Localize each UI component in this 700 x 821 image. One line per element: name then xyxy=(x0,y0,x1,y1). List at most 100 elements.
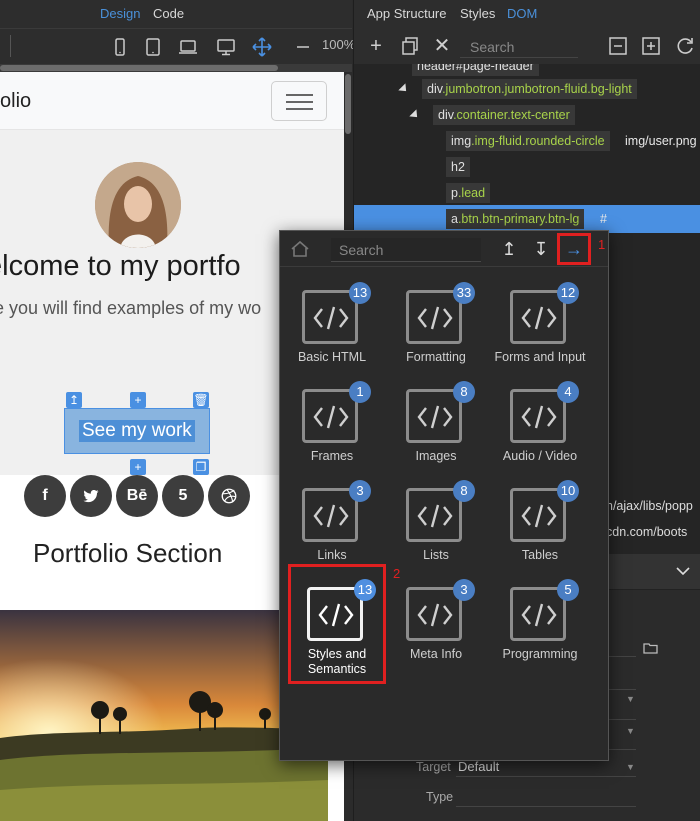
library-search-input[interactable]: Search xyxy=(331,238,481,262)
laptop-icon[interactable] xyxy=(178,37,198,57)
tab-design[interactable]: Design xyxy=(100,6,140,21)
target-select[interactable]: Default xyxy=(458,759,499,774)
tree-node-img[interactable]: img.img-fluid.rounded-circle xyxy=(446,131,610,151)
count-badge: 1 xyxy=(349,381,371,403)
category-label: Forms and Input xyxy=(494,350,586,364)
expand-arrow-icon[interactable] xyxy=(409,109,421,121)
delete-icon[interactable]: 🗑 xyxy=(193,392,209,408)
category-label: Lists xyxy=(423,548,449,562)
insert-before-icon[interactable]: ↥ xyxy=(497,237,521,261)
img-src-attr: img/user.png xyxy=(625,134,697,148)
tree-node-header[interactable]: header#page-header xyxy=(412,64,539,76)
node-classes: .jumbotron.jumbotron-fluid.bg-light xyxy=(442,82,632,96)
horizontal-scrollbar[interactable] xyxy=(0,64,352,72)
phone-icon[interactable] xyxy=(110,37,130,57)
divider xyxy=(10,35,11,57)
copy-icon[interactable] xyxy=(400,36,420,56)
navbar-toggler[interactable] xyxy=(271,81,327,121)
site-navbar: olio xyxy=(0,72,344,130)
facebook-icon[interactable]: f xyxy=(24,475,66,517)
html5-icon[interactable]: 5 xyxy=(162,475,204,517)
category-programming[interactable]: 5 Programming xyxy=(488,579,592,675)
category-images[interactable]: 8 Images xyxy=(384,381,488,477)
move-up-icon[interactable]: ↥ xyxy=(66,392,82,408)
caret-down-icon[interactable]: ▼ xyxy=(626,694,635,704)
app-window: { "left_tabs": { "design": "Design", "co… xyxy=(0,0,700,821)
category-label: Formatting xyxy=(406,350,466,364)
behance-icon[interactable]: Bē xyxy=(116,475,158,517)
annotation-marker: 1 xyxy=(598,237,606,252)
category-lists[interactable]: 8 Lists xyxy=(384,480,488,576)
tablet-icon[interactable] xyxy=(143,37,163,57)
element-library-popup: Search ↥ ↧ → 1 2 13 Basic HTML 33 Format… xyxy=(279,230,609,761)
caret-down-icon[interactable]: ▼ xyxy=(626,726,635,736)
dom-search-input[interactable]: Search xyxy=(460,36,578,58)
type-label: Type xyxy=(426,790,454,804)
twitter-icon[interactable] xyxy=(70,475,112,517)
page-heading: elcome to my portfo xyxy=(0,250,241,282)
zoom-level[interactable]: 100% xyxy=(322,37,355,52)
category-links[interactable]: 3 Links xyxy=(280,480,384,576)
tab-styles[interactable]: Styles xyxy=(460,6,495,21)
category-label: Images xyxy=(415,449,457,463)
category-audio-video[interactable]: 4 Audio / Video xyxy=(488,381,592,477)
category-label: Links xyxy=(317,548,347,562)
tree-node-jumbotron[interactable]: div.jumbotron.jumbotron-fluid.bg-light xyxy=(422,79,637,99)
add-icon[interactable]: + xyxy=(366,36,386,56)
insert-after-icon[interactable]: ↧ xyxy=(529,237,553,261)
category-meta-info[interactable]: 3 Meta Info xyxy=(384,579,488,675)
target-label: Target xyxy=(416,760,451,774)
node-classes: .img-fluid.rounded-circle xyxy=(471,134,605,148)
category-tables[interactable]: 10 Tables xyxy=(488,480,592,576)
duplicate-icon[interactable]: ❐ xyxy=(193,459,209,475)
home-icon[interactable] xyxy=(289,238,311,260)
a-href-attr: # xyxy=(600,212,607,226)
expand-icon[interactable] xyxy=(641,36,661,56)
insert-inside-icon[interactable]: → xyxy=(557,233,591,265)
move-arrows-icon[interactable] xyxy=(252,37,272,57)
script-src-text: cdn.com/boots xyxy=(606,525,688,539)
desktop-icon[interactable] xyxy=(216,37,236,57)
category-label: Tables xyxy=(521,548,559,562)
expand-arrow-icon[interactable] xyxy=(398,83,410,95)
count-badge: 13 xyxy=(349,282,371,304)
tree-node-container[interactable]: div.container.text-center xyxy=(433,105,575,125)
collapse-icon[interactable] xyxy=(608,36,628,56)
caret-down-icon[interactable]: ▼ xyxy=(626,762,635,772)
close-icon[interactable]: ✕ xyxy=(432,36,452,56)
folder-open-icon[interactable] xyxy=(643,642,659,654)
category-styles-and-semantics[interactable]: 13 Styles and Semantics xyxy=(285,579,389,676)
tab-dom[interactable]: DOM xyxy=(507,6,537,21)
node-tag: img xyxy=(451,134,472,148)
count-badge: 4 xyxy=(557,381,579,403)
category-basic-html[interactable]: 13 Basic HTML xyxy=(280,282,384,378)
count-badge: 3 xyxy=(453,579,475,601)
lead-text: re you will find examples of my wo xyxy=(0,298,262,318)
count-badge: 3 xyxy=(349,480,371,502)
tree-node-a[interactable]: a.btn.btn-primary.btn-lg xyxy=(446,209,585,229)
category-label: Meta Info xyxy=(409,647,463,661)
refresh-icon[interactable] xyxy=(675,36,695,56)
add-above-icon[interactable]: + xyxy=(130,392,146,408)
see-my-work-button[interactable]: See my work xyxy=(64,408,210,454)
category-label: Audio / Video xyxy=(502,449,578,463)
dribbble-icon[interactable] xyxy=(208,475,250,517)
category-formatting[interactable]: 33 Formatting xyxy=(384,282,488,378)
tree-node-p[interactable]: p.lead xyxy=(446,183,491,203)
category-forms-and-input[interactable]: 12 Forms and Input xyxy=(488,282,592,378)
scrollbar-thumb[interactable] xyxy=(0,65,278,71)
category-frames[interactable]: 1 Frames xyxy=(280,381,384,477)
add-below-icon[interactable]: + xyxy=(130,459,146,475)
category-label: Styles and Semantics xyxy=(307,647,367,676)
type-input[interactable] xyxy=(456,806,636,807)
navbar-brand[interactable]: olio xyxy=(0,90,31,113)
count-badge: 13 xyxy=(354,579,376,601)
tab-app-structure[interactable]: App Structure xyxy=(367,6,447,21)
tab-code[interactable]: Code xyxy=(153,6,184,21)
chevron-down-icon[interactable] xyxy=(676,566,690,576)
zoom-out-icon[interactable] xyxy=(296,37,310,57)
node-classes: .btn.btn-primary.btn-lg xyxy=(457,212,580,226)
tree-node-h2[interactable]: h2 xyxy=(446,157,470,177)
count-badge: 33 xyxy=(453,282,475,304)
scrollbar-thumb[interactable] xyxy=(345,74,351,134)
